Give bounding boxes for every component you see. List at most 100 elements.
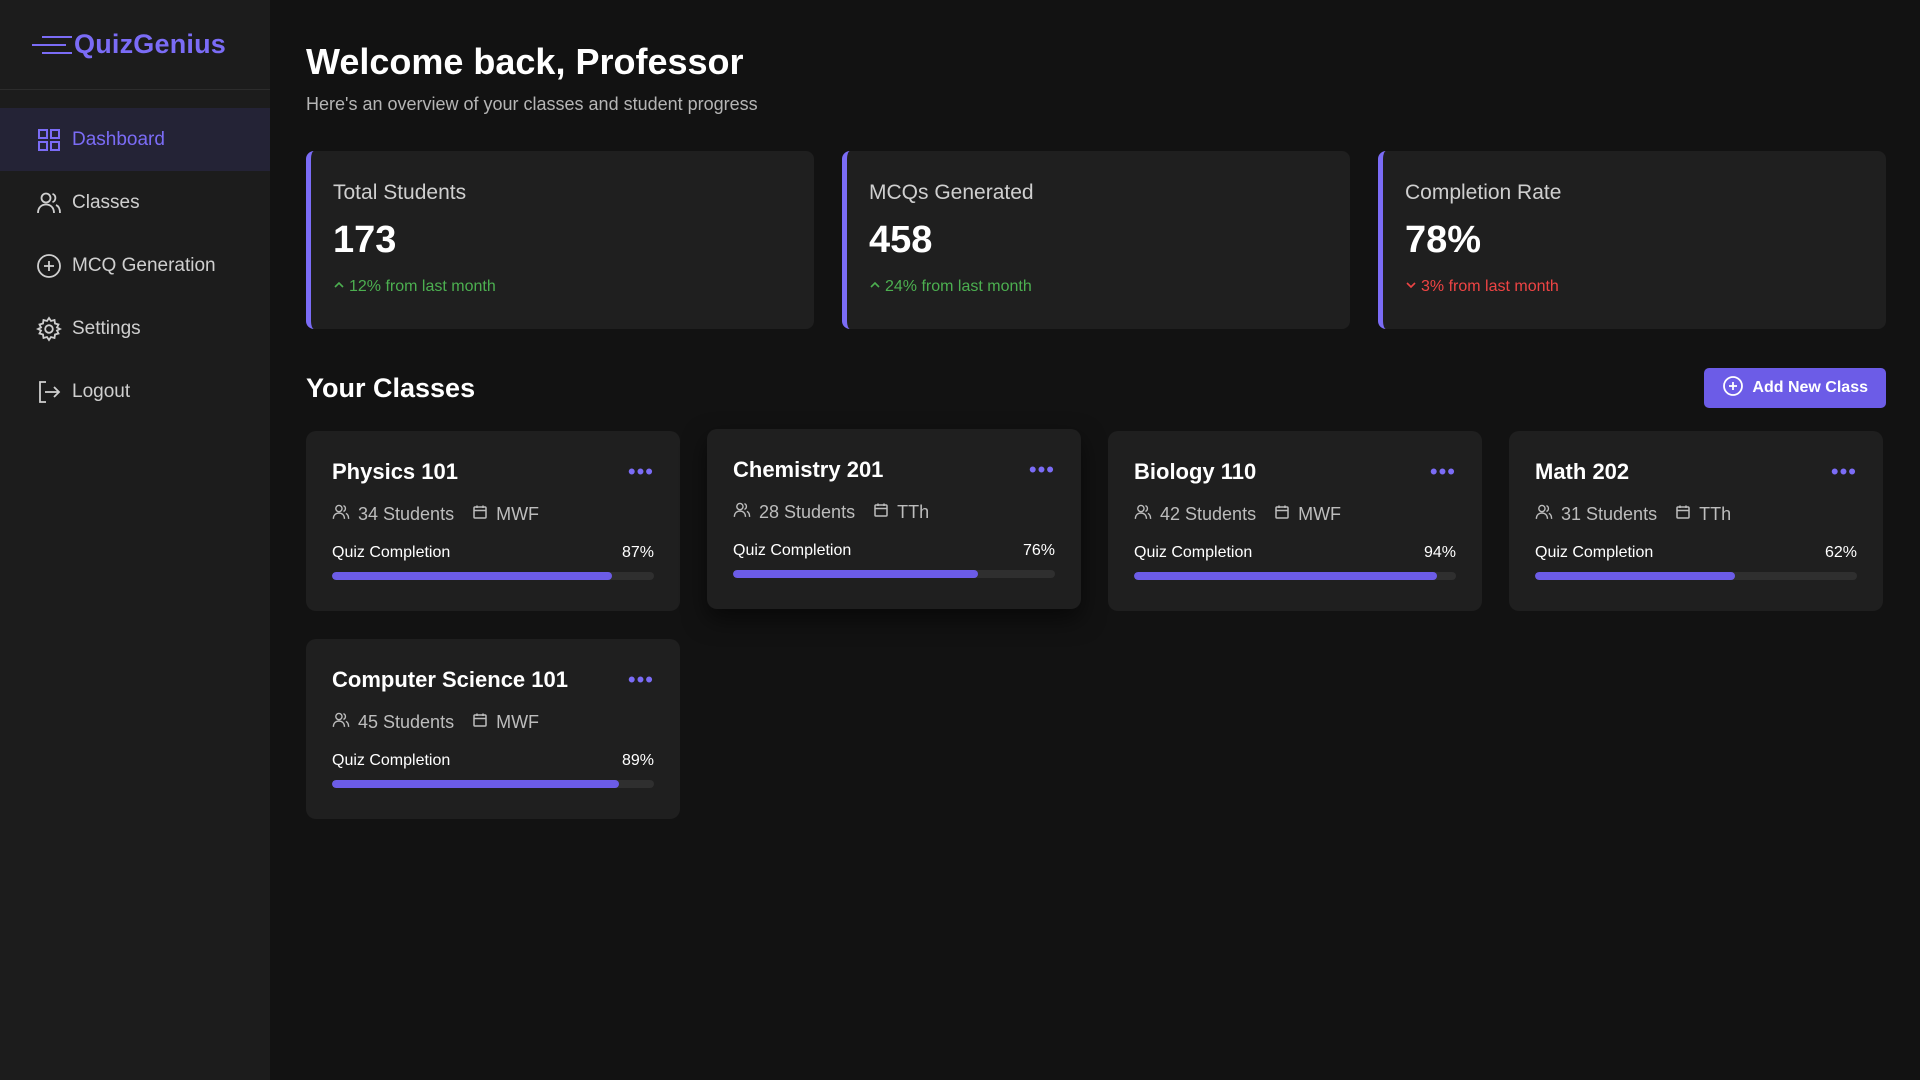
calendar-icon xyxy=(472,712,488,733)
sidebar-item-label: Logout xyxy=(72,380,131,402)
progress-value: 94% xyxy=(1423,544,1456,561)
more-options-icon[interactable]: ••• xyxy=(628,461,654,483)
stats-row: Total Students 173 12% from last month M… xyxy=(306,151,1886,329)
progress-value: 89% xyxy=(621,752,654,769)
stat-value: 173 xyxy=(333,219,397,261)
progress-bar xyxy=(733,570,1055,578)
add-new-class-label: Add New Class xyxy=(1752,379,1868,396)
class-title: Chemistry 201 xyxy=(733,457,884,482)
plus-circle-icon xyxy=(1722,375,1744,402)
class-card[interactable]: Computer Science 101 ••• 45 Students MWF… xyxy=(306,639,680,819)
more-options-icon[interactable]: ••• xyxy=(628,669,654,691)
stat-delta: 24% from last month xyxy=(869,278,1350,296)
classes-grid: Physics 101 ••• 34 Students MWF Quiz Com… xyxy=(306,429,1886,819)
schedule: MWF xyxy=(496,504,540,524)
grid-icon xyxy=(36,127,62,153)
gear-icon xyxy=(36,315,62,342)
sidebar-item-logout[interactable]: Logout xyxy=(0,360,270,423)
calendar-icon xyxy=(472,504,488,525)
chevron-down-icon xyxy=(1405,278,1417,296)
chevron-up-icon xyxy=(869,278,881,296)
class-title: Computer Science 101 xyxy=(332,667,568,692)
stat-delta-text: 12% from last month xyxy=(349,278,496,295)
stat-label: Total Students xyxy=(333,181,467,204)
student-count: 45 Students xyxy=(358,712,455,732)
student-count: 31 Students xyxy=(1561,504,1658,524)
users-icon xyxy=(332,711,350,734)
sidebar-item-label: MCQ Generation xyxy=(72,254,216,276)
more-options-icon[interactable]: ••• xyxy=(1430,461,1456,483)
app-root: QuizGenius Dashboard Classes MCQ Generat… xyxy=(0,0,1920,1080)
progress-label: Quiz Completion xyxy=(1134,544,1253,561)
progress-bar xyxy=(1535,572,1857,580)
class-title: Math 202 xyxy=(1535,459,1630,484)
stat-delta-text: 3% from last month xyxy=(1421,278,1559,295)
progress-fill xyxy=(332,572,613,580)
menu-lines-icon[interactable] xyxy=(32,33,72,57)
sidebar-item-label: Classes xyxy=(72,191,140,213)
stat-label: MCQs Generated xyxy=(869,181,1034,204)
progress-fill xyxy=(733,570,978,578)
users-icon xyxy=(36,190,62,216)
progress-value: 87% xyxy=(621,544,654,561)
progress-label: Quiz Completion xyxy=(733,542,852,559)
schedule: TTh xyxy=(1699,504,1732,524)
progress-fill xyxy=(1134,572,1437,580)
progress-label: Quiz Completion xyxy=(1535,544,1654,561)
brand-name: QuizGenius xyxy=(74,29,227,59)
sidebar-nav: Dashboard Classes MCQ Generation Setting… xyxy=(0,90,270,423)
users-icon xyxy=(733,501,751,524)
stat-card-completion-rate: Completion Rate 78% 3% from last month xyxy=(1378,151,1886,329)
progress-fill xyxy=(1535,572,1735,580)
users-icon xyxy=(332,503,350,526)
class-card[interactable]: Chemistry 201 ••• 28 Students TTh Quiz C… xyxy=(707,429,1081,609)
users-icon xyxy=(1134,503,1152,526)
progress-fill xyxy=(332,780,619,788)
chevron-up-icon xyxy=(333,278,345,296)
sidebar-item-classes[interactable]: Classes xyxy=(0,171,270,234)
progress-bar xyxy=(332,780,654,788)
progress-bar xyxy=(1134,572,1456,580)
section-title: Your Classes xyxy=(306,372,476,403)
page-subtitle: Here's an overview of your classes and s… xyxy=(306,94,758,114)
schedule: MWF xyxy=(496,712,540,732)
progress-bar xyxy=(332,572,654,580)
sidebar: QuizGenius Dashboard Classes MCQ Generat… xyxy=(0,0,270,1080)
calendar-icon xyxy=(873,502,889,523)
page-title: Welcome back, Professor xyxy=(306,41,744,82)
logout-icon xyxy=(36,379,62,405)
stat-delta-text: 24% from last month xyxy=(885,278,1032,295)
stat-card-mcqs-generated: MCQs Generated 458 24% from last month xyxy=(842,151,1350,329)
progress-label: Quiz Completion xyxy=(332,544,451,561)
stat-label: Completion Rate xyxy=(1405,181,1562,204)
more-options-icon[interactable]: ••• xyxy=(1831,461,1857,483)
calendar-icon xyxy=(1675,504,1691,525)
stat-value: 78% xyxy=(1405,219,1482,261)
class-card[interactable]: Math 202 ••• 31 Students TTh Quiz Comple… xyxy=(1509,431,1883,611)
student-count: 34 Students xyxy=(358,504,455,524)
stat-value: 458 xyxy=(869,219,933,261)
users-icon xyxy=(1535,503,1553,526)
classes-section-header: Your Classes Add New Class xyxy=(306,367,1886,409)
add-new-class-button[interactable]: Add New Class xyxy=(1704,368,1886,408)
student-count: 42 Students xyxy=(1160,504,1257,524)
sidebar-item-settings[interactable]: Settings xyxy=(0,297,270,360)
calendar-icon xyxy=(1274,504,1290,525)
stat-delta: 3% from last month xyxy=(1405,278,1886,296)
more-options-icon[interactable]: ••• xyxy=(1029,459,1055,481)
main-content: Welcome back, Professor Here's an overvi… xyxy=(270,0,1920,1080)
stat-delta: 12% from last month xyxy=(333,278,814,296)
sidebar-item-label: Dashboard xyxy=(72,128,165,150)
progress-label: Quiz Completion xyxy=(332,752,451,769)
sidebar-item-dashboard[interactable]: Dashboard xyxy=(0,108,270,171)
progress-value: 62% xyxy=(1824,544,1857,561)
class-title: Biology 110 xyxy=(1134,459,1257,484)
sidebar-item-label: Settings xyxy=(72,317,141,339)
schedule: MWF xyxy=(1298,504,1342,524)
stat-card-total-students: Total Students 173 12% from last month xyxy=(306,151,814,329)
class-card[interactable]: Biology 110 ••• 42 Students MWF Quiz Com… xyxy=(1108,431,1482,611)
student-count: 28 Students xyxy=(759,502,856,522)
class-card[interactable]: Physics 101 ••• 34 Students MWF Quiz Com… xyxy=(306,431,680,611)
sidebar-item-mcq-generation[interactable]: MCQ Generation xyxy=(0,234,270,297)
brand[interactable]: QuizGenius xyxy=(0,0,270,90)
